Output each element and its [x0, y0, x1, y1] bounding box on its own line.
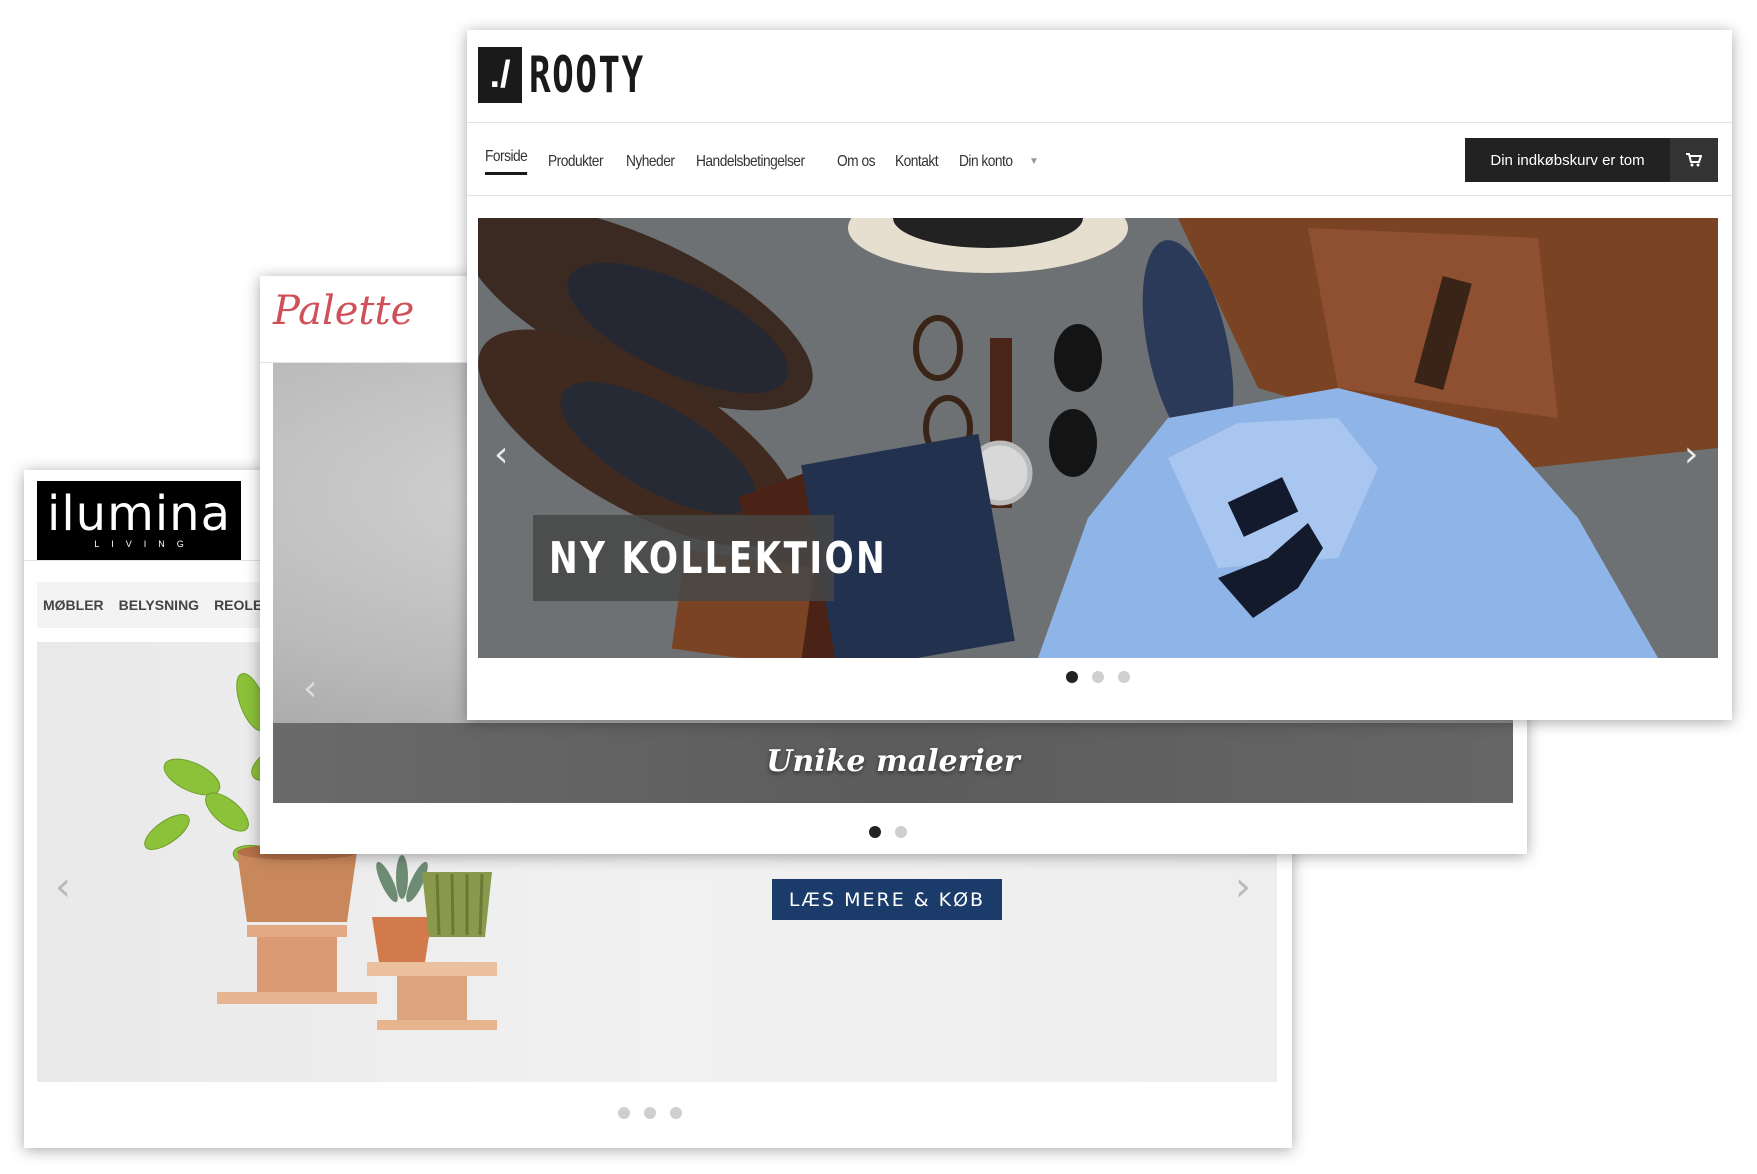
nav-item-nyheder[interactable]: Nyheder: [626, 153, 675, 171]
shopping-cart-icon: [1670, 138, 1718, 182]
chevron-left-icon[interactable]: ‹: [494, 434, 508, 475]
rooty-logo[interactable]: ROOTY: [529, 46, 645, 104]
carousel-dot[interactable]: [1118, 671, 1130, 683]
carousel-dot[interactable]: [670, 1107, 682, 1119]
ilumina-logo-text: ilumina: [46, 486, 232, 542]
header-divider: [467, 122, 1732, 123]
rooty-window: ./ ROOTY Forside Produkter Nyheder Hande…: [467, 30, 1732, 720]
carousel-dot-active[interactable]: [869, 826, 881, 838]
caret-down-icon[interactable]: ▼: [1029, 156, 1039, 167]
rooty-hero-slide: NY KOLLEKTION ‹ ›: [478, 218, 1718, 658]
slide-caption-text: NY KOLLEKTION: [549, 532, 888, 584]
nav-item-moebler[interactable]: MØBLER: [43, 597, 104, 613]
carousel-dot[interactable]: [644, 1107, 656, 1119]
nav-item-handelsbetingelser[interactable]: Handelsbetingelser: [696, 153, 805, 171]
carousel-dot[interactable]: [1092, 671, 1104, 683]
rooty-main-nav: Forside Produkter Nyheder Handelsbetinge…: [485, 148, 1039, 175]
cart-button[interactable]: Din indkøbskurv er tom: [1465, 138, 1718, 182]
rooty-carousel-dots: [1066, 671, 1130, 683]
nav-divider: [467, 195, 1732, 196]
ilumina-logo[interactable]: ilumina LIVING: [37, 481, 241, 561]
carousel-dot[interactable]: [895, 826, 907, 838]
nav-item-forside[interactable]: Forside: [485, 148, 528, 175]
carousel-dot-active[interactable]: [1066, 671, 1078, 683]
nav-item-produkter[interactable]: Produkter: [548, 153, 604, 171]
palette-logo[interactable]: Palette: [273, 288, 414, 334]
chevron-left-icon[interactable]: ‹: [303, 668, 317, 709]
chevron-right-icon[interactable]: ›: [1684, 434, 1698, 475]
ilumina-carousel-dots: [618, 1107, 682, 1119]
slide-caption: Unike malerier: [766, 744, 1020, 779]
chevron-right-icon[interactable]: ›: [1235, 864, 1251, 910]
cart-label: Din indkøbskurv er tom: [1490, 151, 1645, 169]
nav-item-om-os[interactable]: Om os: [837, 153, 875, 171]
nav-item-kontakt[interactable]: Kontakt: [895, 153, 939, 171]
carousel-dot[interactable]: [618, 1107, 630, 1119]
nav-item-din-konto[interactable]: Din konto: [959, 153, 1013, 171]
palette-carousel-dots: [869, 826, 907, 838]
nav-item-belysning[interactable]: BELYSNING: [119, 597, 199, 613]
chevron-left-icon[interactable]: ‹: [55, 864, 71, 910]
read-more-buy-button[interactable]: LÆS MERE & KØB: [772, 879, 1002, 920]
new-collection-caption[interactable]: NY KOLLEKTION: [533, 515, 885, 601]
rooty-logo-mark[interactable]: ./: [478, 47, 522, 103]
